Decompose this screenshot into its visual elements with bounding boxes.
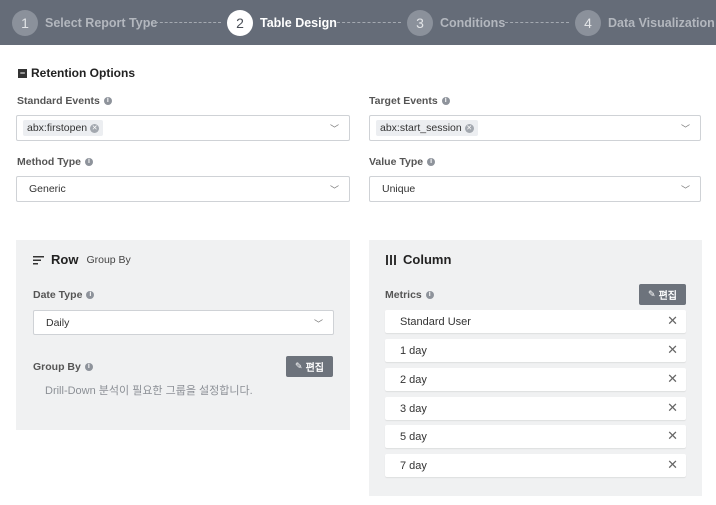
step-label: Select Report Type [45,15,158,30]
sort-lines-icon [33,255,44,264]
step-connector [337,22,401,23]
standard-events-select[interactable]: abx:firstopen ✕ ﹀ [16,115,350,141]
close-icon[interactable]: ✕ [667,314,678,327]
method-type-select[interactable]: Generic ﹀ [16,176,350,202]
close-icon[interactable]: ✕ [667,372,678,385]
info-icon[interactable]: i [84,363,93,371]
row-edit-button[interactable]: ✎ 편집 [286,356,333,377]
label-text: Value Type [369,156,424,168]
chevron-down-icon: ﹀ [313,319,323,329]
step-table-design[interactable]: 2 Table Design [227,0,337,45]
metric-label: 7 day [400,459,427,472]
metric-label: Standard User [400,315,471,328]
metric-item[interactable]: 2 day ✕ [385,368,686,391]
chevron-down-icon: ﹀ [680,124,690,134]
close-icon[interactable]: ✕ [667,458,678,471]
metric-item[interactable]: 3 day ✕ [385,397,686,420]
close-icon[interactable]: ✕ [667,343,678,356]
step-select-report-type[interactable]: 1 Select Report Type [12,0,157,45]
row-panel-title: Row Group By [33,252,131,267]
info-icon[interactable]: i [425,291,434,299]
remove-tag-icon[interactable]: ✕ [90,123,100,133]
info-icon[interactable]: i [86,291,95,299]
step-label: Data Visualization [608,15,715,30]
group-by-label: Group By i [33,361,93,373]
metric-item[interactable]: 5 day ✕ [385,425,686,448]
label-text: Method Type [17,156,81,168]
info-icon[interactable]: i [427,158,436,166]
collapse-icon: − [18,67,27,78]
target-events-select[interactable]: abx:start_session ✕ ﹀ [369,115,701,141]
section-title-text: Retention Options [31,66,135,80]
row-panel [16,240,350,430]
close-icon[interactable]: ✕ [667,429,678,442]
date-type-label: Date Type i [33,289,95,301]
metric-label: 2 day [400,373,427,386]
button-label: 편집 [658,291,677,302]
info-icon[interactable]: i [84,158,93,166]
column-edit-button[interactable]: ✎ 편집 [639,284,686,305]
step-conditions[interactable]: 3 Conditions [407,0,505,45]
date-type-select[interactable]: Daily ﹀ [33,310,334,335]
step-data-visualization[interactable]: 4 Data Visualization [575,0,715,45]
retention-options-title[interactable]: − Retention Options [18,66,135,80]
metric-label: 1 day [400,344,427,357]
value-type-label: Value Type i [369,156,436,168]
tag-text: abx:firstopen [27,122,88,134]
metric-label: 5 day [400,430,427,443]
label-text: Target Events [369,95,438,107]
chevron-down-icon: ﹀ [329,185,339,195]
group-by-hint: Drill-Down 분석이 필요한 그룹을 설정합니다. [45,385,253,397]
select-value: Daily [46,316,70,329]
chevron-down-icon: ﹀ [329,124,339,134]
button-label: 편집 [305,363,324,374]
label-text: Standard Events [17,95,100,107]
info-icon[interactable]: i [441,97,450,105]
metric-label: 3 day [400,402,427,415]
info-icon[interactable]: i [103,97,112,105]
event-tag: abx:start_session ✕ [376,120,478,136]
step-number: 2 [227,9,253,36]
pencil-icon: ✎ [295,361,303,371]
remove-tag-icon[interactable]: ✕ [464,123,474,133]
close-icon[interactable]: ✕ [667,401,678,414]
columns-icon [386,254,396,265]
label-text: Group By [33,361,81,373]
metric-item[interactable]: 7 day ✕ [385,454,686,477]
report-stepper: 1 Select Report Type 2 Table Design 3 Co… [0,0,716,45]
metrics-label: Metrics i [385,289,434,301]
panel-title-text: Row [51,252,79,267]
event-tag: abx:firstopen ✕ [23,120,104,136]
label-text: Metrics [385,289,422,301]
target-events-label: Target Events i [369,95,450,107]
step-number: 4 [575,9,601,36]
metric-item[interactable]: 1 day ✕ [385,339,686,362]
pencil-icon: ✎ [648,289,656,299]
metric-item[interactable]: Standard User ✕ [385,310,686,333]
step-connector [505,22,569,23]
panel-subtitle: Group By [86,253,131,266]
select-value: Unique [382,183,416,195]
tag-text: abx:start_session [380,122,462,134]
column-panel-title: Column [386,252,451,267]
label-text: Date Type [33,289,83,301]
step-label: Table Design [260,15,337,30]
panel-title-text: Column [403,252,452,267]
standard-events-label: Standard Events i [17,95,112,107]
value-type-select[interactable]: Unique ﹀ [369,176,701,202]
step-number: 3 [407,9,433,36]
chevron-down-icon: ﹀ [680,185,690,195]
step-label: Conditions [440,15,506,30]
step-connector [155,22,221,23]
select-value: Generic [29,183,66,195]
step-number: 1 [12,9,38,36]
method-type-label: Method Type i [17,156,93,168]
